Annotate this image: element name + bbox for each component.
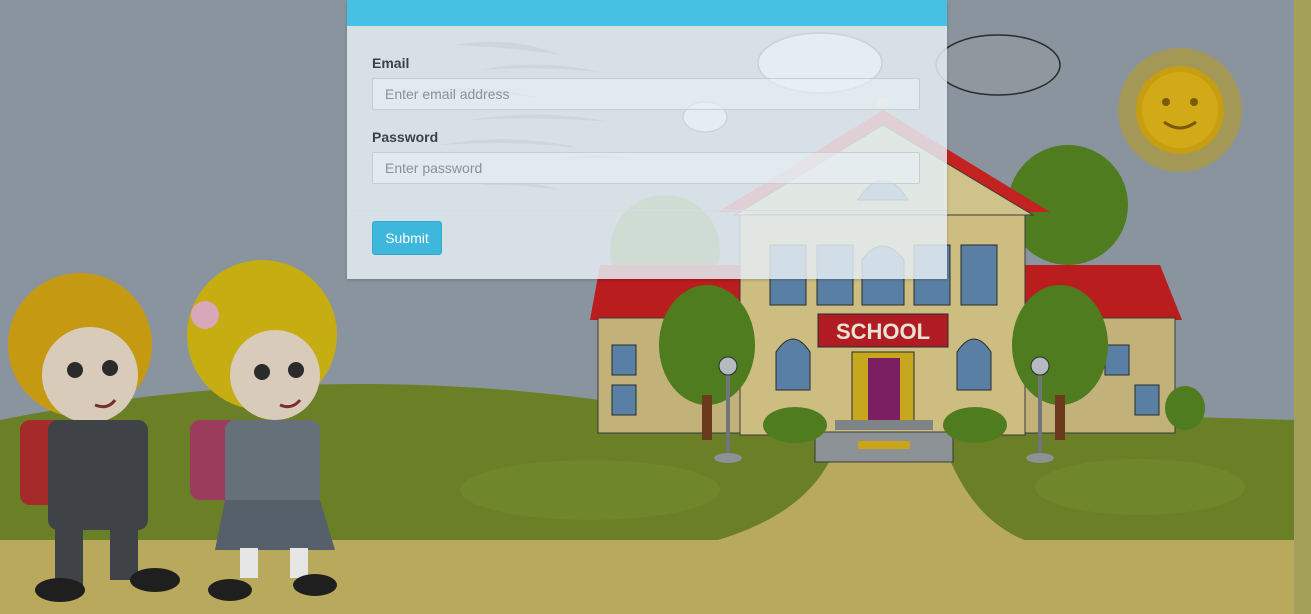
form-divider bbox=[347, 210, 947, 211]
password-label: Password bbox=[372, 129, 439, 145]
form-header bbox=[347, 0, 947, 26]
email-field[interactable] bbox=[372, 78, 920, 110]
login-form-panel: Email Password Submit bbox=[347, 0, 947, 279]
submit-button[interactable]: Submit bbox=[372, 221, 442, 255]
email-label: Email bbox=[372, 55, 410, 71]
password-field[interactable] bbox=[372, 152, 920, 184]
